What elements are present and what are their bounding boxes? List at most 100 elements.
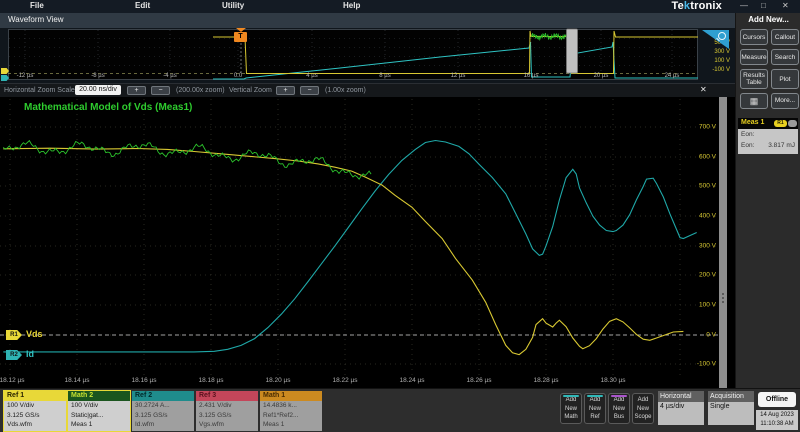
zoomed-waveforms xyxy=(0,97,735,388)
time-axis-label: 18.22 µs xyxy=(332,377,357,384)
menu-item-file[interactable]: File xyxy=(30,1,44,10)
badge-color-stripe xyxy=(611,395,627,397)
hzoom-minus-button[interactable]: − xyxy=(151,86,170,95)
trigger-t-icon: T xyxy=(234,32,247,42)
time-text: 11:10:38 AM xyxy=(756,420,798,429)
vzoom-minus-button[interactable]: − xyxy=(300,86,319,95)
add-new-heading: Add New... xyxy=(736,15,800,24)
zoom-close-icon[interactable]: ✕ xyxy=(700,85,707,94)
zoom-controls-bar: Horizontal Zoom Scale 20.00 ns/div + − (… xyxy=(0,83,735,98)
zoom-grid-icon-button[interactable]: ▦ xyxy=(740,93,768,109)
sidebar-button-more[interactable]: More... xyxy=(771,93,799,109)
sidebar-button-cursors[interactable]: Cursors xyxy=(740,29,768,45)
meas1-title: Meas 1 xyxy=(741,119,764,126)
meas1-collapse-handle[interactable] xyxy=(788,120,797,127)
add-button-line: Add xyxy=(609,396,629,405)
menu-bar: File Edit Utility Help Tektronix — □ ✕ xyxy=(0,0,800,14)
zoom-scale-input[interactable]: 20.00 ns/div xyxy=(75,85,121,95)
acquisition-panel[interactable]: Acquisition Single xyxy=(708,391,754,425)
tektronix-logo: Tektronix xyxy=(671,0,722,12)
badge-setting-row: Vds.wfm xyxy=(7,420,66,430)
magnifier-icon xyxy=(718,32,726,40)
vertical-scrollbar[interactable] xyxy=(719,97,727,388)
time-axis-label: 18.30 µs xyxy=(600,377,625,384)
maximize-button[interactable]: □ xyxy=(761,1,766,10)
menu-item-utility[interactable]: Utility xyxy=(222,1,244,10)
overview-volt-label: -100 V xyxy=(690,67,730,73)
channel-badge-math2[interactable]: Math 2100 V/divStatic|gat...Meas 1 xyxy=(68,391,130,431)
sidebar-button-results-table[interactable]: Results Table xyxy=(740,69,768,89)
meas-result-value: 3.817 mJ xyxy=(768,142,795,149)
trigger-marker[interactable]: T xyxy=(233,28,249,44)
badge-setting-row: Static|gat... xyxy=(71,411,130,421)
badge-setting-row: Ref1*Ref2... xyxy=(263,411,322,421)
meas1-source-tag: R1 xyxy=(774,120,787,127)
channel-badge-ref3[interactable]: Ref 32.431 V/div3.125 GS/sVgs.wfm xyxy=(196,391,258,431)
add-button-line: Bus xyxy=(609,413,629,422)
add-new-math-button[interactable]: AddNewMath xyxy=(560,393,582,424)
tab-waveform-view[interactable]: Waveform View xyxy=(8,15,64,24)
vzoom-plus-button[interactable]: + xyxy=(276,86,295,95)
add-new-bus-button[interactable]: AddNewBus xyxy=(608,393,630,424)
badge-settings: 30.2724 A...3.125 GS/sId.wfm xyxy=(132,401,194,431)
meas1-results-badge[interactable]: Meas 1 R1 Eon:Eon: 3.817 mJ xyxy=(738,118,798,154)
channel-badge-math1[interactable]: Math 114.4836 k...Ref1*Ref2...Meas 1 xyxy=(260,391,322,431)
volt-axis-label: 500 V xyxy=(660,183,716,190)
badge-setting-row: 3.125 GS/s xyxy=(7,411,66,421)
sidebar-button-measure[interactable]: Measure xyxy=(740,49,768,65)
add-button-line: Math xyxy=(561,413,581,422)
badge-setting-row: Meas 1 xyxy=(71,420,130,430)
overview-time-label: -8 µs xyxy=(91,73,104,79)
add-new-ref-button[interactable]: AddNewRef xyxy=(584,393,606,424)
date-text: 14 Aug 2023 xyxy=(756,411,798,420)
acquisition-overview[interactable]: -12 µs-8 µs-4 µs0.04 µs8 µs12 µs16 µs20 … xyxy=(0,28,735,83)
badge-color-stripe xyxy=(587,395,603,397)
hzoom-plus-button[interactable]: + xyxy=(127,86,146,95)
badge-title: Math 1 xyxy=(260,391,322,401)
channel-badge-ref1[interactable]: Ref 1100 V/div3.125 GS/sVds.wfm xyxy=(4,391,66,431)
logo-text: Te xyxy=(671,0,683,12)
overview-time-label: 20 µs xyxy=(594,73,609,79)
channel-badge-ref2[interactable]: Ref 230.2724 A...3.125 GS/sId.wfm xyxy=(132,391,194,431)
add-button-line: Add xyxy=(561,396,581,405)
horizontal-panel[interactable]: Horizontal 4 µs/div xyxy=(658,391,704,425)
add-new-scope-button[interactable]: AddNewScope xyxy=(632,393,654,424)
badge-setting-row: Id.wfm xyxy=(135,420,194,430)
time-axis-label: 18.24 µs xyxy=(399,377,424,384)
badge-setting-row: Meas 1 xyxy=(263,420,322,430)
overview-time-label: 8 µs xyxy=(379,73,390,79)
overview-time-label: -4 µs xyxy=(163,73,176,79)
datetime-display: 14 Aug 2023 11:10:38 AM xyxy=(756,410,798,430)
volt-axis-label: 300 V xyxy=(660,243,716,250)
tab-strip: Waveform View xyxy=(0,13,735,29)
plot-title: Mathematical Model of Vds (Meas1) xyxy=(24,102,192,113)
close-button[interactable]: ✕ xyxy=(782,1,789,10)
main-waveform-view[interactable]: Mathematical Model of Vds (Meas1) 700 V6… xyxy=(0,97,735,388)
minimize-button[interactable]: — xyxy=(740,1,748,10)
horizontal-zoom-scale-label: Horizontal Zoom Scale xyxy=(4,87,75,94)
overview-time-label: 0.0 xyxy=(234,73,242,79)
volt-axis-label: 200 V xyxy=(660,272,716,279)
menu-item-help[interactable]: Help xyxy=(343,1,360,10)
add-button-line: New xyxy=(633,405,653,414)
logo-text-2: tronix xyxy=(690,0,722,12)
time-axis-label: 18.12 µs xyxy=(0,377,25,384)
badge-title: Ref 1 xyxy=(4,391,66,401)
meas-result-label: Eon: xyxy=(741,142,754,149)
badge-color-stripe xyxy=(563,395,579,397)
overview-time-label: 12 µs xyxy=(451,73,466,79)
vzoom-factor-label: (1.00x zoom) xyxy=(325,87,366,94)
badge-setting-row: 100 V/div xyxy=(71,401,130,411)
vertical-zoom-label: Vertical Zoom xyxy=(229,87,272,94)
sidebar-button-search[interactable]: Search xyxy=(771,49,799,65)
time-axis-label: 18.26 µs xyxy=(466,377,491,384)
meas1-header: Meas 1 R1 xyxy=(738,118,798,129)
sidebar-button-callout[interactable]: Callout xyxy=(771,29,799,45)
meas-result-row: Eon: 3.817 mJ xyxy=(738,141,798,152)
horizontal-panel-title: Horizontal xyxy=(658,391,704,402)
offline-button[interactable]: Offline xyxy=(758,392,796,407)
add-button-line: New xyxy=(561,405,581,414)
sidebar-button-plot[interactable]: Plot xyxy=(771,69,799,89)
menu-item-edit[interactable]: Edit xyxy=(135,1,150,10)
overview-time-label: -12 µs xyxy=(17,73,34,79)
